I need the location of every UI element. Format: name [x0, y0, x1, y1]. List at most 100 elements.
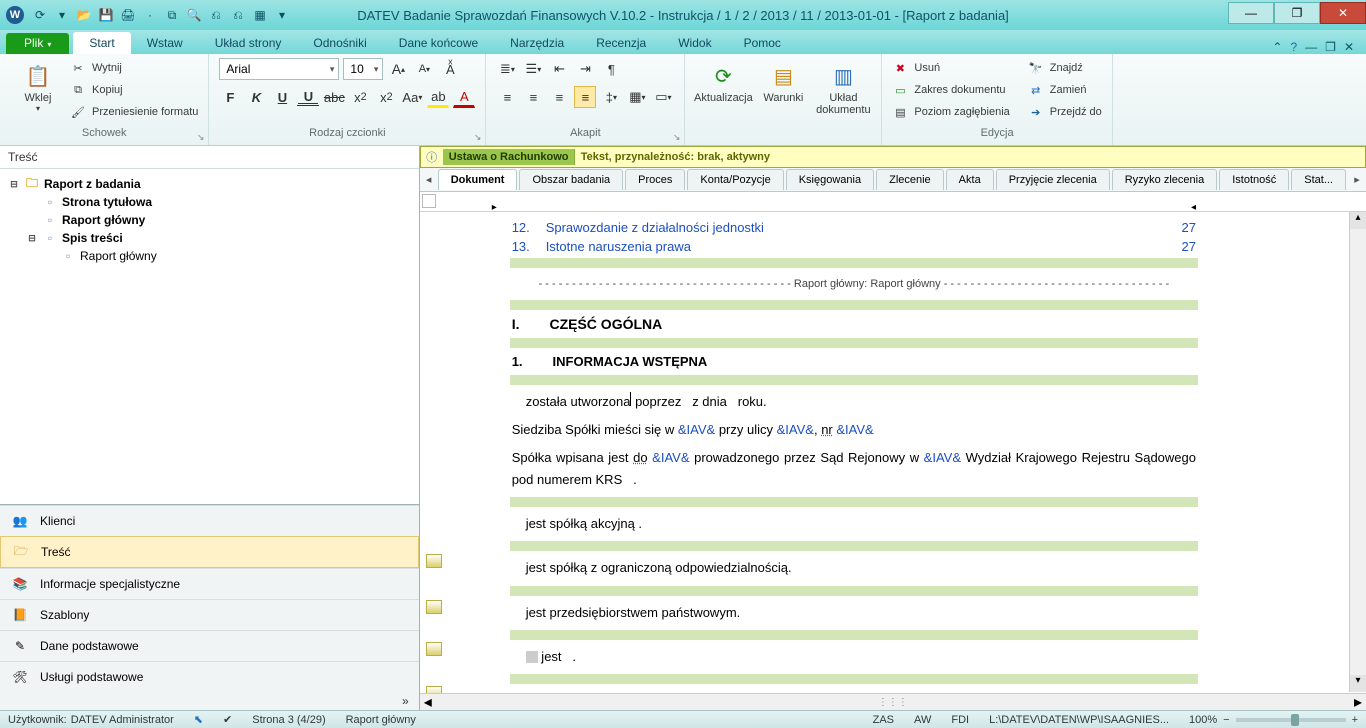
mdi-restore-icon[interactable]: ❐ — [1325, 40, 1336, 54]
tab-start[interactable]: Start — [73, 32, 130, 54]
delete-button[interactable]: ✖Usuń — [892, 58, 1009, 78]
update-button[interactable]: ⟳Aktualizacja — [695, 58, 751, 104]
nav-templates[interactable]: 📙Szablony — [0, 599, 419, 630]
change-case-icon[interactable]: Aa▾ — [401, 86, 423, 108]
clear-format-icon[interactable]: Aͯ — [439, 58, 461, 80]
vertical-scrollbar[interactable]: ▴ ▾ — [1349, 212, 1366, 692]
align-right-icon[interactable]: ≡ — [548, 86, 570, 108]
maximize-button[interactable]: ❐ — [1274, 2, 1320, 24]
cursor-icon[interactable]: ⬉ — [194, 713, 203, 726]
qat-open-icon[interactable]: 📂 — [74, 5, 94, 25]
minimize-button[interactable]: — — [1228, 2, 1274, 24]
highlight-icon[interactable]: ab — [427, 86, 449, 108]
qat-more-icon[interactable]: ▾ — [272, 5, 292, 25]
nav-clients[interactable]: 👥Klienci — [0, 505, 419, 536]
align-center-icon[interactable]: ≡ — [522, 86, 544, 108]
bullets-icon[interactable]: ≣▾ — [496, 58, 518, 80]
tabs-scroll-right-icon[interactable]: ▸ — [1348, 173, 1366, 186]
ruler-corner-icon[interactable] — [422, 194, 436, 208]
copy-button[interactable]: ⧉Kopiuj — [70, 80, 198, 100]
tab-insert[interactable]: Wstaw — [131, 32, 199, 54]
qat-new-icon[interactable]: ▾ — [52, 5, 72, 25]
grow-font-icon[interactable]: A▴ — [387, 58, 409, 80]
doctab-order-risk[interactable]: Ryzyko zlecenia — [1112, 169, 1217, 190]
mdi-min-icon[interactable]: — — [1305, 40, 1317, 54]
subscript-icon[interactable]: x2 — [349, 86, 371, 108]
paragraph[interactable]: Siedziba Spółki mieści się w &IAV& przy … — [512, 419, 1196, 441]
doctab-order[interactable]: Zlecenie — [876, 169, 944, 190]
tab-page-layout[interactable]: Układ strony — [199, 32, 298, 54]
paragraph-marker-icon[interactable] — [426, 600, 442, 614]
scroll-left-icon[interactable]: ◂ — [420, 692, 436, 712]
doctab-order-accept[interactable]: Przyjęcie zlecenia — [996, 169, 1110, 190]
font-dialog-icon[interactable]: ↘ — [474, 132, 482, 143]
qat-tool1-icon[interactable]: ⎌ — [206, 5, 226, 25]
numbering-icon[interactable]: ☰▾ — [522, 58, 544, 80]
scroll-grip[interactable]: ⋮⋮⋮ — [878, 697, 908, 708]
paragraph-marker-icon[interactable] — [426, 642, 442, 656]
tree-item-main-report[interactable]: ▫Raport główny — [4, 211, 415, 229]
format-painter-button[interactable]: 🖌Przeniesienie formatu — [70, 102, 198, 122]
qat-search-icon[interactable]: 🔍 — [184, 5, 204, 25]
ribbon-collapse-icon[interactable]: ⌃ — [1272, 40, 1282, 54]
qat-print-icon[interactable]: 🖨 — [118, 5, 138, 25]
zoom-out-icon[interactable]: − — [1223, 714, 1229, 726]
align-justify-icon[interactable]: ≡ — [574, 86, 596, 108]
bold-icon[interactable]: F — [219, 86, 241, 108]
italic-icon[interactable]: K — [245, 86, 267, 108]
tree-root[interactable]: ⊟🗀Raport z badania — [4, 175, 415, 193]
line-spacing-icon[interactable]: ‡▾ — [600, 86, 622, 108]
tab-final-data[interactable]: Dane końcowe — [383, 32, 494, 54]
zoom-slider[interactable] — [1236, 718, 1346, 722]
shading-icon[interactable]: ▦▾ — [626, 86, 648, 108]
nav-specialist-info[interactable]: 📚Informacje specjalistyczne — [0, 568, 419, 599]
find-button[interactable]: 🔭Znajdź — [1028, 58, 1102, 78]
doc-range-button[interactable]: ▭Zakres dokumentu — [892, 80, 1009, 100]
tab-help[interactable]: Pomoc — [728, 32, 797, 54]
nav-content[interactable]: 🗁Treść — [0, 536, 419, 568]
doctab-document[interactable]: Dokument — [438, 169, 518, 190]
doctab-files[interactable]: Akta — [946, 169, 994, 190]
font-size-combo[interactable]: 10 — [343, 58, 383, 80]
cut-button[interactable]: ✂Wytnij — [70, 58, 198, 78]
doctab-process[interactable]: Proces — [625, 169, 685, 190]
qat-refresh-icon[interactable]: ⟳ — [30, 5, 50, 25]
font-name-combo[interactable]: Arial — [219, 58, 339, 80]
horizontal-scrollbar[interactable]: ◂ ⋮⋮⋮ ▸ — [420, 693, 1366, 710]
align-left-icon[interactable]: ≡ — [496, 86, 518, 108]
tab-review[interactable]: Recenzja — [580, 32, 662, 54]
content-tree[interactable]: ⊟🗀Raport z badania ▫Strona tytułowa ▫Rap… — [0, 169, 419, 504]
doctab-stat[interactable]: Stat... — [1291, 169, 1346, 190]
underline-icon[interactable]: U — [271, 86, 293, 108]
show-marks-icon[interactable]: ¶ — [600, 58, 622, 80]
qat-tool2-icon[interactable]: ⎌ — [228, 5, 248, 25]
toc-row[interactable]: 13. Istotne naruszenia prawa 27 — [512, 239, 1196, 254]
paragraph[interactable]: jest przedsiębiorstwem państwowym. — [512, 602, 1196, 624]
qat-tool3-icon[interactable]: ▦ — [250, 5, 270, 25]
paragraph[interactable]: jest spółką akcyjną . — [512, 513, 1196, 535]
indent-icon[interactable]: ⇥ — [574, 58, 596, 80]
qat-copy-icon[interactable]: ⧉ — [162, 5, 182, 25]
clipboard-dialog-icon[interactable]: ↘ — [197, 132, 205, 143]
paragraph[interactable]: została utworzona poprzez z dnia roku. — [512, 391, 1196, 413]
spellcheck-icon[interactable]: ✔ — [223, 713, 232, 726]
paragraph-marker-icon[interactable] — [426, 686, 442, 693]
scroll-up-icon[interactable]: ▴ — [1350, 212, 1366, 229]
doctab-accounts[interactable]: Konta/Pozycje — [687, 169, 783, 190]
double-underline-icon[interactable]: U — [297, 88, 319, 106]
paste-button[interactable]: 📋 Wklej ▾ — [10, 58, 66, 113]
depth-button[interactable]: ▤Poziom zagłębienia — [892, 102, 1009, 122]
conditions-button[interactable]: ▤Warunki — [755, 58, 811, 104]
superscript-icon[interactable]: x2 — [375, 86, 397, 108]
nav-base-data[interactable]: ✎Dane podstawowe — [0, 630, 419, 661]
document-body[interactable]: 12. Sprawozdanie z działalności jednostk… — [420, 212, 1366, 693]
shrink-font-icon[interactable]: A▾ — [413, 58, 435, 80]
doctab-audit-area[interactable]: Obszar badania — [519, 169, 623, 190]
zoom-control[interactable]: 100% − + — [1189, 714, 1358, 726]
paragraph-marker-icon[interactable] — [426, 554, 442, 568]
scroll-down-icon[interactable]: ▾ — [1350, 675, 1366, 692]
strike-icon[interactable]: abc — [323, 86, 345, 108]
goto-button[interactable]: ➔Przejdź do — [1028, 102, 1102, 122]
tab-view[interactable]: Widok — [662, 32, 727, 54]
help-icon[interactable]: ? — [1290, 40, 1297, 54]
